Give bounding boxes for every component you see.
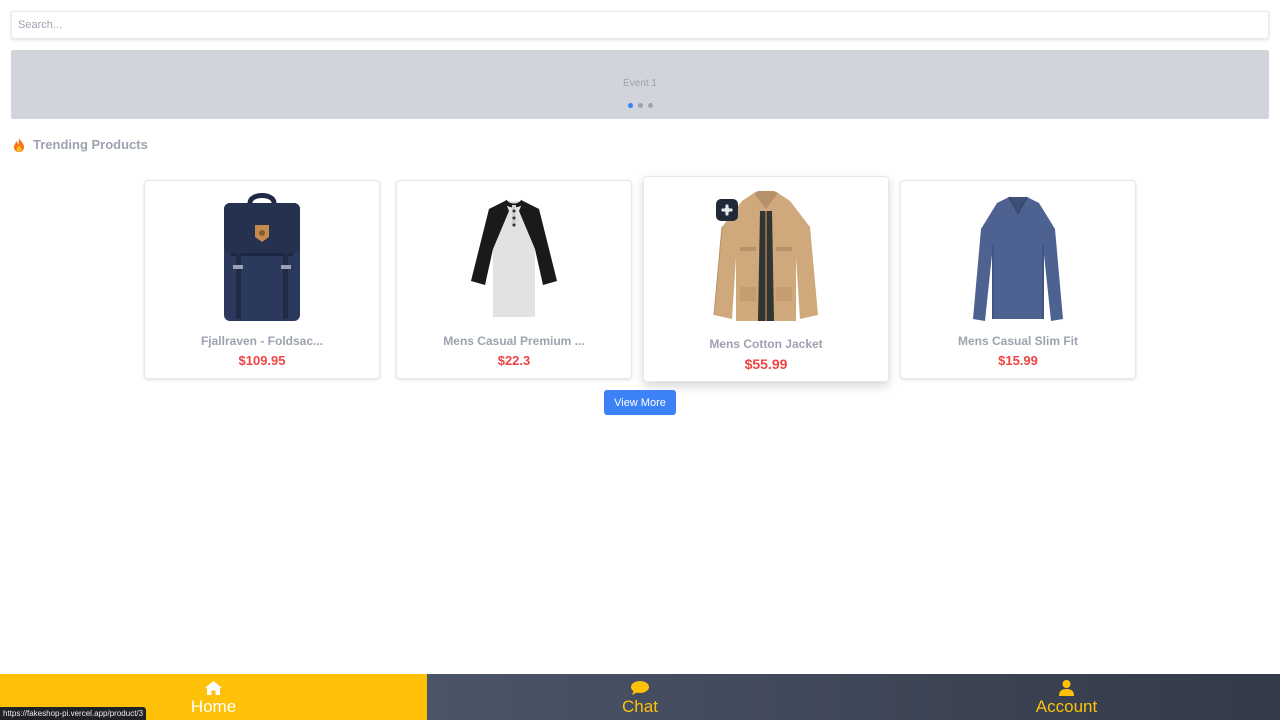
status-bar-url: https://fakeshop-pi.vercel.app/product/3 <box>0 707 147 720</box>
section-title: Trending Products <box>33 137 148 152</box>
product-card[interactable]: Mens Casual Premium ... $22.3 <box>396 180 632 379</box>
trending-header: Trending Products <box>13 137 148 152</box>
carousel-dot-3[interactable] <box>647 103 653 108</box>
product-name: Mens Cotton Jacket <box>709 337 823 351</box>
product-image-raglan-tshirt <box>397 189 631 325</box>
search-bar <box>11 11 1269 39</box>
carousel-dot-2[interactable] <box>637 103 643 108</box>
product-image-cotton-jacket <box>644 187 888 325</box>
product-price: $55.99 <box>744 356 788 372</box>
product-name: Mens Casual Slim Fit <box>957 334 1079 348</box>
product-card[interactable]: Mens Cotton Jacket $55.99 <box>643 176 889 382</box>
zoom-icon[interactable] <box>716 199 738 221</box>
chat-icon <box>631 680 649 696</box>
product-image-long-sleeve-tee <box>901 189 1135 325</box>
product-image-backpack <box>145 189 379 325</box>
carousel-dot-1[interactable] <box>627 103 633 108</box>
product-name: Fjallraven - Foldsac... <box>200 334 324 348</box>
product-price: $109.95 <box>238 353 286 368</box>
product-card[interactable]: Mens Casual Slim Fit $15.99 <box>900 180 1136 379</box>
nav-home-label: Home <box>190 697 237 716</box>
view-more-button[interactable]: View More <box>604 390 676 415</box>
product-name: Mens Casual Premium ... <box>443 334 585 348</box>
nav-chat-label: Chat <box>622 697 658 716</box>
nav-account[interactable]: Account <box>853 674 1280 720</box>
carousel-dots <box>11 103 1269 108</box>
event-carousel[interactable]: Event 1 <box>11 50 1269 119</box>
bottom-nav: Home Chat Account <box>0 674 1280 720</box>
carousel-slide-label: Event 1 <box>623 78 657 89</box>
product-price: $22.3 <box>497 353 531 368</box>
fire-icon <box>13 137 25 152</box>
nav-rest: Chat Account <box>427 674 1280 720</box>
nav-account-label: Account <box>1035 697 1098 716</box>
product-price: $15.99 <box>998 353 1038 368</box>
home-icon <box>205 680 222 696</box>
search-input[interactable] <box>11 11 1269 39</box>
product-card[interactable]: Fjallraven - Foldsac... $109.95 <box>144 180 380 379</box>
nav-chat[interactable]: Chat <box>427 674 853 720</box>
user-icon <box>1059 680 1074 696</box>
